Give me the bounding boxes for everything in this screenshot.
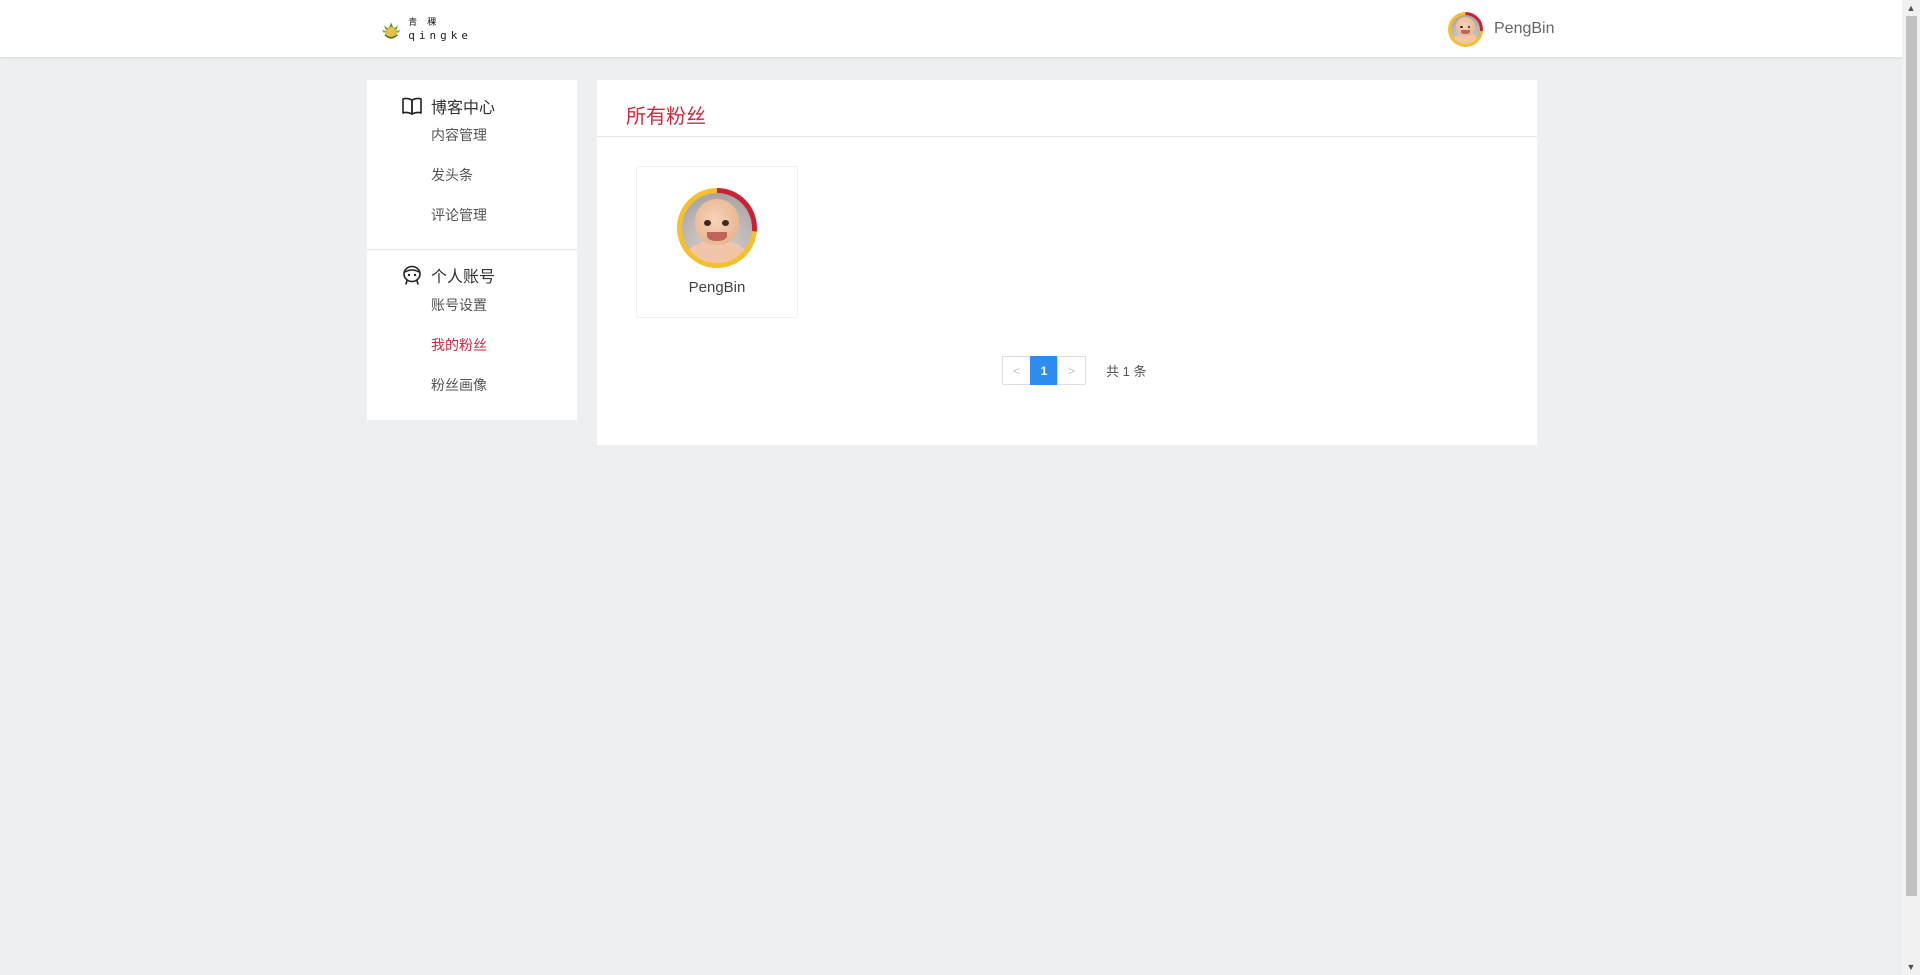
fan-avatar[interactable]: [677, 188, 757, 268]
user-menu[interactable]: PengBin: [1448, 11, 1555, 47]
sidebar-item-comment-management[interactable]: 评论管理: [431, 205, 487, 225]
fan-card[interactable]: PengBin: [636, 166, 798, 318]
sidebar-item-post-headline[interactable]: 发头条: [431, 165, 473, 185]
user-name[interactable]: PengBin: [1494, 20, 1555, 38]
sidebar-group-personal-account: 个人账号 账号设置 我的粉丝 粉丝画像: [367, 250, 577, 420]
fan-name[interactable]: PengBin: [637, 279, 797, 296]
sidebar-item-my-fans[interactable]: 我的粉丝: [431, 335, 487, 355]
top-header: 青稞 qingke PengBin: [0, 0, 1902, 57]
sidebar-group-title: 博客中心: [431, 100, 496, 117]
prev-page-button[interactable]: <: [1002, 356, 1031, 385]
vertical-scrollbar[interactable]: ▲ ▼: [1902, 0, 1920, 975]
scroll-down-icon[interactable]: ▼: [1902, 959, 1920, 975]
page-number-button[interactable]: 1: [1030, 356, 1058, 385]
logo-cn-text: 青稞: [408, 18, 447, 28]
avatar[interactable]: [1448, 11, 1483, 47]
sidebar-item-content-management[interactable]: 内容管理: [431, 125, 487, 145]
main-panel: 所有粉丝 PengBin < 1 > 共 1 条: [597, 80, 1537, 445]
sidebar-item-account-settings[interactable]: 账号设置: [431, 295, 487, 315]
book-icon: [402, 97, 422, 115]
next-page-button[interactable]: >: [1057, 356, 1086, 385]
pagination: < 1 > 共 1 条: [1002, 356, 1146, 385]
sidebar-group-title: 个人账号: [431, 269, 496, 286]
scroll-up-icon[interactable]: ▲: [1902, 0, 1920, 16]
sidebar-group-header: 个人账号: [401, 263, 495, 287]
page-title: 所有粉丝: [626, 106, 706, 128]
account-face-icon: [403, 265, 421, 285]
logo[interactable]: 青稞 qingke: [380, 14, 472, 46]
logo-en-text: qingke: [408, 29, 472, 42]
pagination-total: 共 1 条: [1106, 364, 1147, 379]
sidebar: 博客中心 内容管理 发头条 评论管理 个人账号 账号设置 我的粉丝 粉丝画像: [367, 80, 577, 420]
sidebar-group-header: 博客中心: [401, 94, 495, 118]
scroll-thumb[interactable]: [1906, 16, 1917, 896]
logo-icon: [382, 22, 401, 40]
sidebar-item-fan-profile[interactable]: 粉丝画像: [431, 375, 487, 395]
sidebar-group-blog-center: 博客中心 内容管理 发头条 评论管理: [367, 80, 577, 250]
main-header: 所有粉丝: [597, 80, 1537, 137]
